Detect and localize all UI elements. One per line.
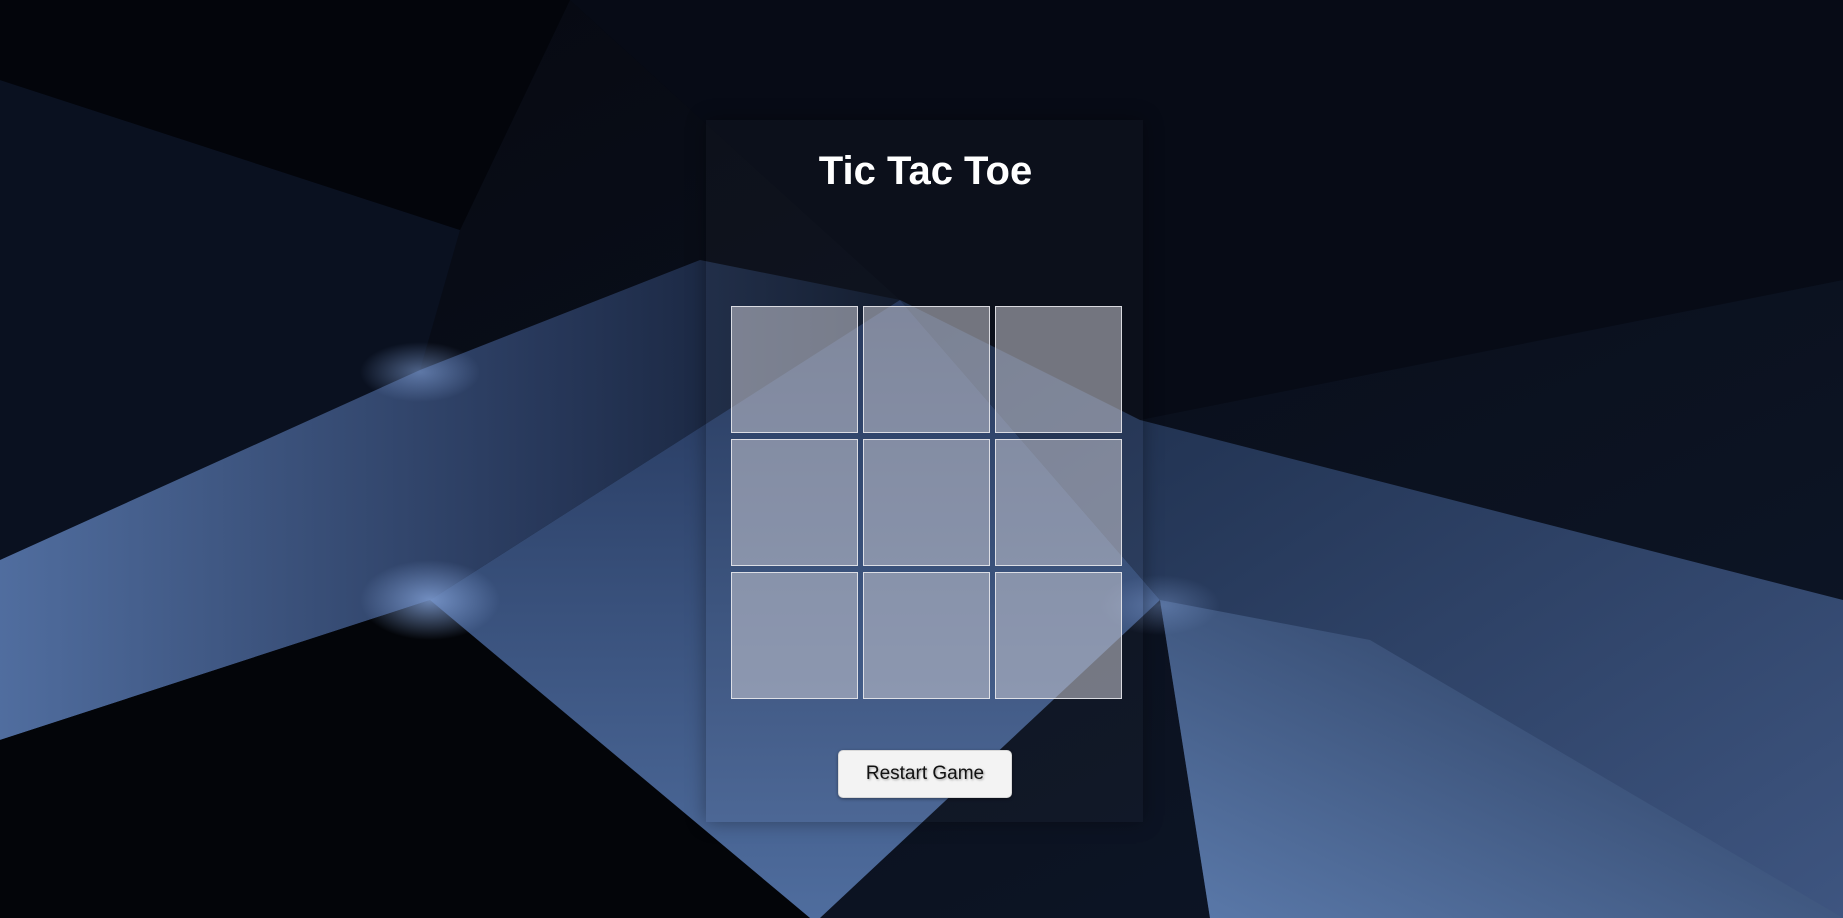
board-cell-1-1[interactable] (863, 439, 990, 566)
board-cell-2-0[interactable] (731, 572, 858, 699)
board-cell-2-1[interactable] (863, 572, 990, 699)
restart-game-button[interactable]: Restart Game (838, 750, 1012, 798)
game-title: Tic Tac Toe (818, 149, 1033, 193)
board-cell-0-2[interactable] (995, 306, 1122, 433)
board-cell-1-0[interactable] (731, 439, 858, 566)
board-cell-0-0[interactable] (731, 306, 858, 433)
board-cell-2-2[interactable] (995, 572, 1122, 699)
board-cell-0-1[interactable] (863, 306, 990, 433)
game-screen: Tic Tac Toe Restart Game (0, 0, 1843, 918)
game-board (731, 306, 1122, 699)
board-cell-1-2[interactable] (995, 439, 1122, 566)
